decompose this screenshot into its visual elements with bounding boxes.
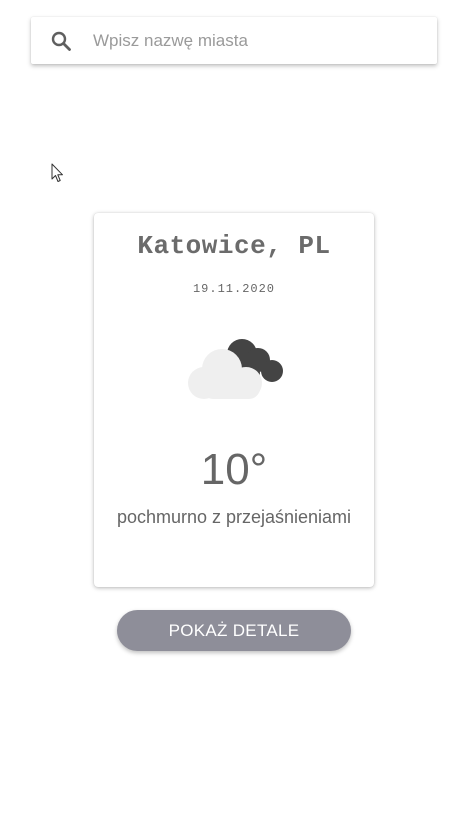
weather-date: 19.11.2020 [192,282,275,296]
show-details-button[interactable]: POKAŻ DETALE [117,610,351,651]
temperature: 10° [200,445,268,494]
search-bar[interactable] [31,17,437,64]
page: Katowice, PL 19.11.2020 [0,0,468,832]
weather-card: Katowice, PL 19.11.2020 10° pochmurno z … [94,213,374,587]
search-input[interactable] [93,17,423,64]
partly-cloudy-icon [184,335,286,401]
mouse-cursor-icon [51,163,65,183]
weather-description: pochmurno z przejaśnieniami [116,507,352,527]
search-icon[interactable] [49,29,73,53]
city-name: Katowice, PL [137,231,331,261]
